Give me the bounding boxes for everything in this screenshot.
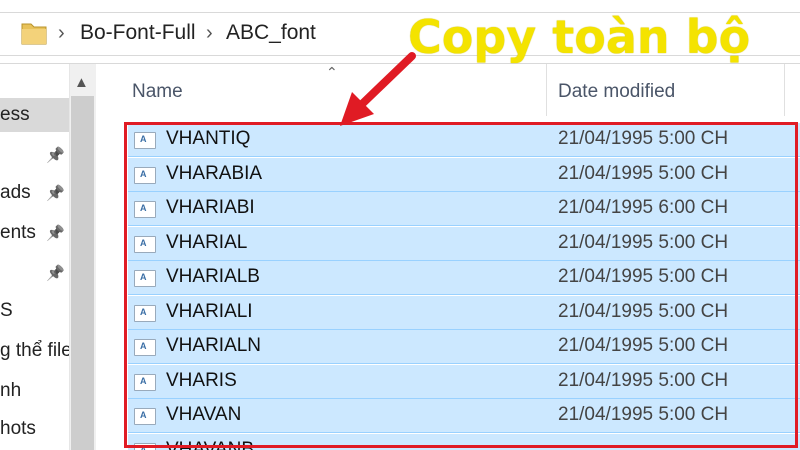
nav-scrollbar-thumb[interactable]: [71, 96, 94, 450]
column-header: [96, 64, 800, 118]
nav-item[interactable]: ess: [0, 104, 30, 126]
nav-item[interactable]: g thể file: [0, 340, 72, 362]
pin-icon[interactable]: 📌: [46, 264, 65, 282]
breadcrumb-separator: ›: [58, 22, 65, 44]
file-explorer-window: › Bo-Font-Full › ABC_font ess 📌 ads 📌 ents 📌 📌…: [0, 0, 800, 450]
scroll-up-arrow-icon[interactable]: ▲: [74, 74, 89, 91]
annotation-callout: Copy toàn bộ: [408, 10, 751, 64]
nav-item[interactable]: S: [0, 300, 13, 322]
folder-icon: [21, 23, 47, 45]
column-divider[interactable]: [546, 64, 547, 116]
nav-item[interactable]: ads: [0, 182, 31, 204]
breadcrumb-bo-font-full[interactable]: Bo-Font-Full: [80, 21, 196, 45]
annotation-arrow-icon: [340, 52, 416, 126]
selection-highlight-box: [124, 122, 798, 448]
pin-icon[interactable]: 📌: [46, 146, 65, 164]
pin-icon[interactable]: 📌: [46, 184, 65, 202]
column-date-modified-header[interactable]: Date modified: [558, 81, 675, 103]
nav-item[interactable]: hots: [0, 418, 36, 440]
breadcrumb-separator: ›: [206, 22, 213, 44]
nav-item[interactable]: nh: [0, 380, 21, 402]
pin-icon[interactable]: 📌: [46, 224, 65, 242]
column-name-header[interactable]: Name: [132, 81, 183, 103]
column-divider[interactable]: [784, 64, 785, 116]
nav-item[interactable]: ents: [0, 222, 36, 244]
breadcrumb-abc-font[interactable]: ABC_font: [226, 21, 316, 45]
